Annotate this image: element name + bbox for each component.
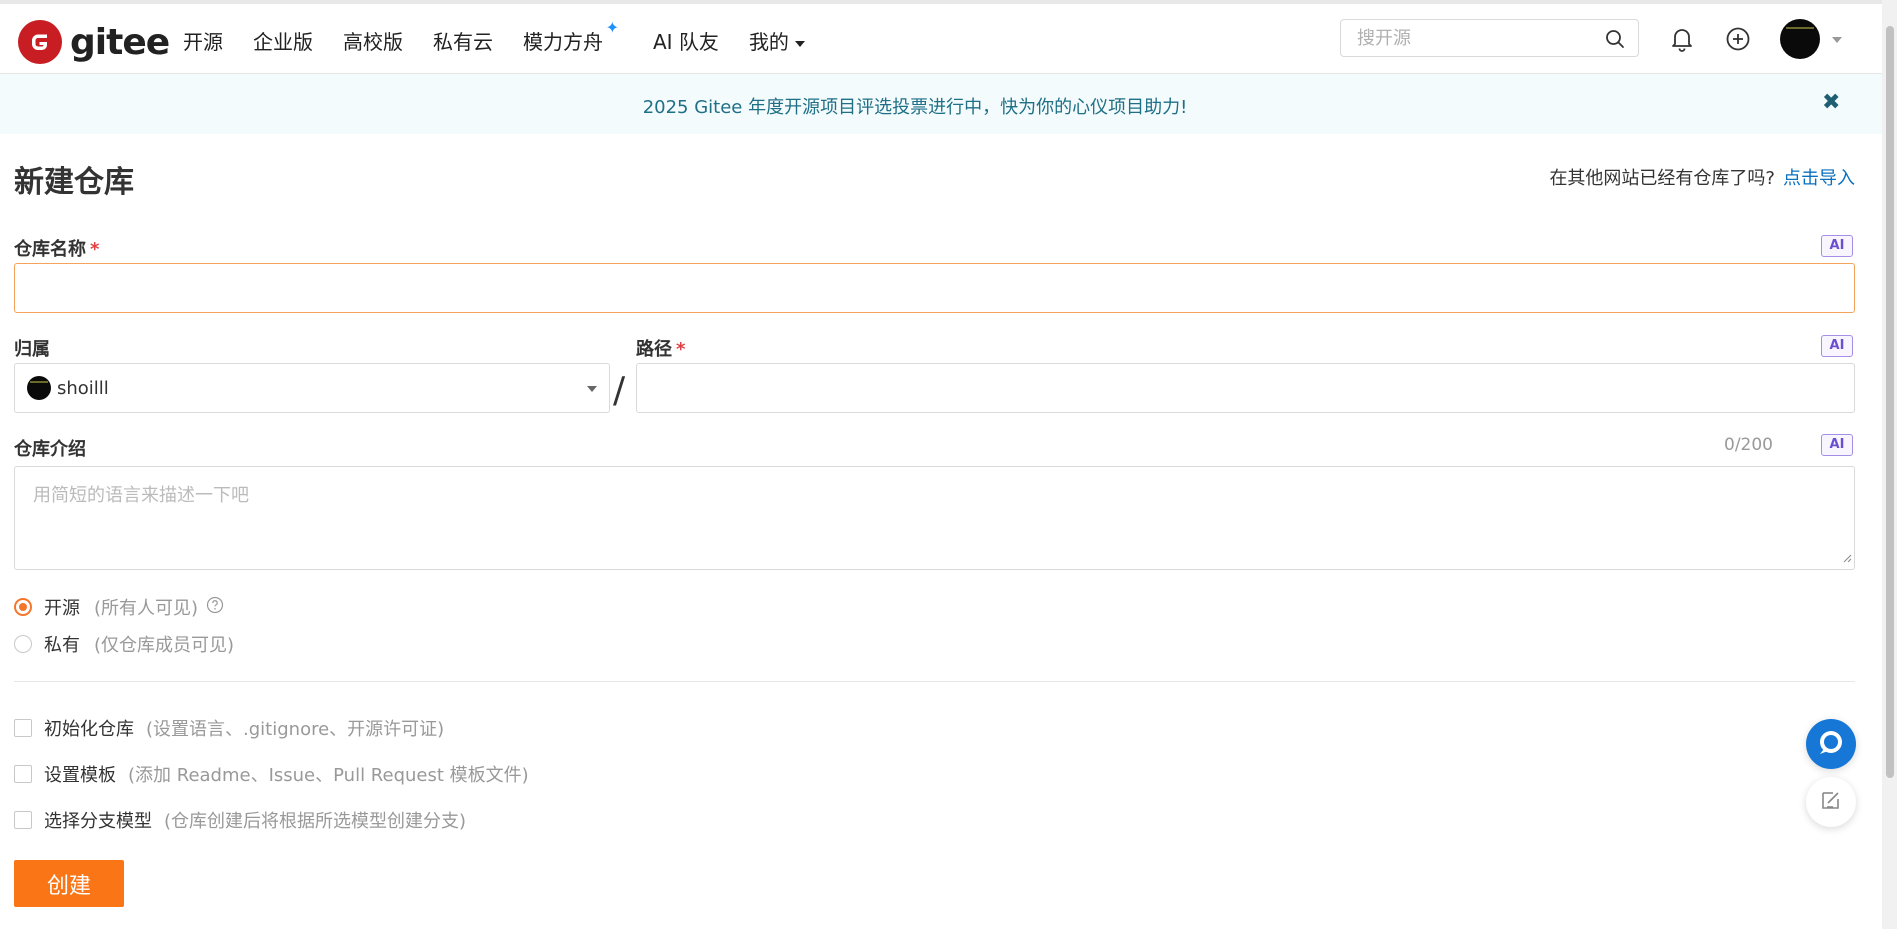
user-avatar[interactable]	[1780, 19, 1820, 59]
top-navbar: gitee 开源 企业版 高校版 私有云 模力方舟 ✦ AI 队友 我的	[0, 4, 1882, 74]
init-repo-label: 初始化仓库	[44, 719, 134, 740]
required-mark: *	[90, 239, 100, 260]
plus-circle-icon[interactable]	[1725, 26, 1751, 56]
chat-icon	[1816, 727, 1846, 761]
nav-private-cloud[interactable]: 私有云	[433, 26, 493, 55]
scrollbar-thumb[interactable]	[1886, 26, 1894, 778]
branch-model-hint: (仓库创建后将根据所选模型创建分支)	[164, 811, 467, 832]
search-box	[1340, 19, 1639, 57]
option-branch-model[interactable]: 选择分支模型 (仓库创建后将根据所选模型创建分支)	[14, 807, 466, 833]
nav-moli-label: 模力方舟	[523, 30, 603, 54]
import-prompt-text: 在其他网站已经有仓库了吗?	[1549, 168, 1775, 189]
close-icon[interactable]: ✖	[1822, 90, 1840, 115]
radio-public-hint: (所有人可见)	[94, 598, 199, 619]
path-input[interactable]	[636, 363, 1855, 413]
nav-open-source[interactable]: 开源	[183, 26, 223, 55]
gitee-logo[interactable]: gitee	[18, 20, 170, 64]
owner-name: shoilll	[57, 377, 109, 399]
nav-mine[interactable]: 我的	[749, 26, 805, 55]
checkbox-set-template[interactable]	[14, 765, 32, 783]
ai-fill-path-button[interactable]: AI	[1821, 335, 1853, 357]
ai-fill-description-button[interactable]: AI	[1821, 434, 1853, 456]
description-label: 仓库介绍	[14, 439, 86, 460]
main-nav: 开源 企业版 高校版 私有云 模力方舟 ✦ AI 队友 我的	[183, 18, 835, 55]
chat-assistant-button[interactable]	[1806, 719, 1856, 769]
repo-name-input[interactable]	[14, 263, 1855, 313]
init-repo-hint: (设置语言、.gitignore、开源许可证)	[146, 719, 445, 740]
search-input[interactable]	[1355, 26, 1599, 50]
branch-model-label: 选择分支模型	[44, 811, 152, 832]
path-label-text: 路径	[636, 339, 672, 360]
create-button[interactable]: 创建	[14, 860, 124, 907]
bell-icon[interactable]	[1670, 26, 1694, 56]
sparkle-icon: ✦	[605, 18, 619, 37]
description-textarea[interactable]: 用简短的语言来描述一下吧	[14, 466, 1855, 570]
owner-avatar	[27, 376, 51, 400]
repo-name-label: 仓库名称 *	[14, 235, 99, 261]
repo-name-label-text: 仓库名称	[14, 239, 86, 260]
option-init-repo[interactable]: 初始化仓库 (设置语言、.gitignore、开源许可证)	[14, 715, 444, 741]
description-placeholder: 用简短的语言来描述一下吧	[33, 485, 249, 506]
chevron-down-icon	[587, 386, 597, 392]
radio-public[interactable]	[14, 598, 32, 616]
checkbox-branch-model[interactable]	[14, 811, 32, 829]
import-prompt: 在其他网站已经有仓库了吗? 点击导入	[1549, 164, 1855, 190]
radio-private[interactable]	[14, 635, 32, 653]
description-char-counter: 0/200	[1724, 435, 1773, 455]
owner-label: 归属	[14, 339, 50, 360]
required-mark: *	[676, 339, 686, 360]
ai-fill-repo-name-button[interactable]: AI	[1821, 235, 1853, 257]
nav-mine-label: 我的	[748, 30, 789, 54]
search-icon[interactable]	[1604, 28, 1626, 54]
section-divider	[14, 681, 1855, 682]
avatar-chevron-down-icon[interactable]	[1832, 37, 1842, 43]
feedback-icon	[1819, 788, 1843, 816]
page-title: 新建仓库	[14, 165, 134, 200]
path-label: 路径 *	[636, 335, 685, 361]
radio-private-hint: (仅仓库成员可见)	[94, 635, 235, 656]
resize-handle-icon[interactable]	[1842, 548, 1852, 567]
nav-education[interactable]: 高校版	[343, 26, 403, 55]
logo-text: gitee	[70, 21, 170, 63]
nav-moli-fangzhou[interactable]: 模力方舟 ✦	[523, 18, 619, 55]
visibility-public-option[interactable]: 开源 (所有人可见)	[14, 594, 224, 620]
radio-public-label: 开源	[44, 598, 80, 619]
announcement-banner: 2025 Gitee 年度开源项目评选投票进行中，快为你的心仪项目助力! ✖	[0, 74, 1882, 134]
visibility-private-option[interactable]: 私有 (仅仓库成员可见)	[14, 631, 234, 657]
nav-enterprise[interactable]: 企业版	[253, 26, 313, 55]
set-template-label: 设置模板	[44, 765, 116, 786]
chevron-down-icon	[794, 40, 805, 47]
radio-private-label: 私有	[44, 635, 80, 656]
gitee-logo-icon	[18, 20, 62, 64]
question-circle-icon[interactable]	[206, 596, 224, 619]
feedback-button[interactable]	[1806, 777, 1856, 827]
import-link[interactable]: 点击导入	[1783, 168, 1855, 189]
owner-select[interactable]: shoilll	[14, 363, 610, 413]
option-set-template[interactable]: 设置模板 (添加 Readme、Issue、Pull Request 模板文件)	[14, 761, 529, 787]
banner-text[interactable]: 2025 Gitee 年度开源项目评选投票进行中，快为你的心仪项目助力!	[0, 93, 1830, 119]
checkbox-init-repo[interactable]	[14, 719, 32, 737]
nav-ai-teammate[interactable]: AI 队友	[653, 26, 719, 55]
path-separator: /	[613, 370, 626, 411]
set-template-hint: (添加 Readme、Issue、Pull Request 模板文件)	[128, 765, 529, 786]
